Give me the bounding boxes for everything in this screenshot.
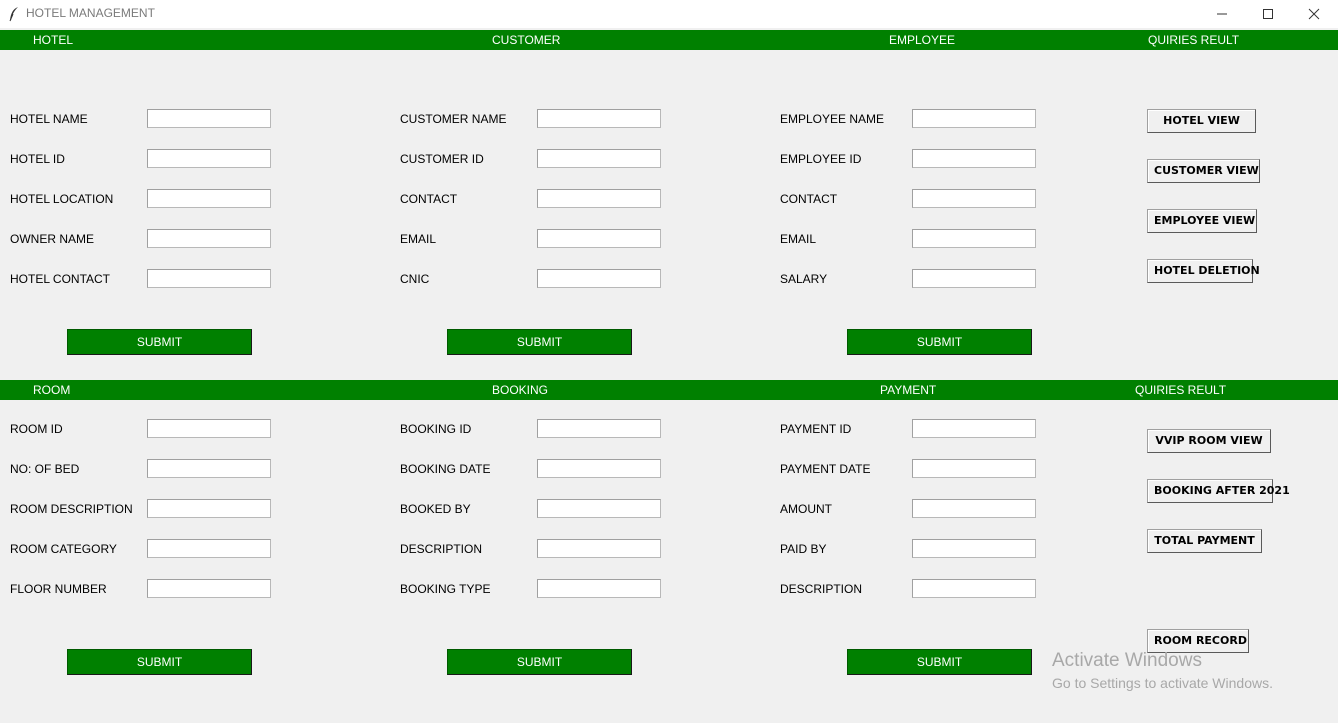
customer-id-input[interactable] <box>537 149 661 168</box>
hotel-header: HOTEL <box>33 33 74 47</box>
floor-number-input[interactable] <box>147 579 271 598</box>
hotel-deletion-button[interactable]: HOTEL DELETION <box>1147 259 1260 283</box>
hotel-location-input[interactable] <box>147 189 271 208</box>
booking-submit-button[interactable]: SUBMIT <box>447 649 632 675</box>
room-id-label: ROOM ID <box>10 422 63 436</box>
title-bar: HOTEL MANAGEMENT <box>0 0 1338 28</box>
employee-submit-button[interactable]: SUBMIT <box>847 329 1032 355</box>
payment-id-input[interactable] <box>912 419 1036 438</box>
booking-date-input[interactable] <box>537 459 661 478</box>
payment-submit-button[interactable]: SUBMIT <box>847 649 1032 675</box>
room-description-label: ROOM DESCRIPTION <box>10 502 133 516</box>
employee-name-label: EMPLOYEE NAME <box>780 112 885 126</box>
room-category-label: ROOM CATEGORY <box>10 542 117 556</box>
booking-id-label: BOOKING ID <box>400 422 472 436</box>
maximize-icon <box>1263 9 1273 19</box>
employee-contact-input[interactable] <box>912 189 1036 208</box>
booking-date-label: BOOKING DATE <box>400 462 491 476</box>
minimize-button[interactable] <box>1199 0 1245 28</box>
payment-date-input[interactable] <box>912 459 1036 478</box>
payment-id-label: PAYMENT ID <box>780 422 852 436</box>
employee-name-input[interactable] <box>912 109 1036 128</box>
customer-email-input[interactable] <box>537 229 661 248</box>
hotel-name-label: HOTEL NAME <box>10 112 88 126</box>
employee-header: EMPLOYEE <box>889 33 956 47</box>
close-icon <box>1308 8 1320 20</box>
no-of-bed-input[interactable] <box>147 459 271 478</box>
owner-name-input[interactable] <box>147 229 271 248</box>
payment-header: PAYMENT <box>880 383 937 397</box>
floor-number-label: FLOOR NUMBER <box>10 582 107 596</box>
hotel-contact-input[interactable] <box>147 269 271 288</box>
customer-submit-button[interactable]: SUBMIT <box>447 329 632 355</box>
payment-date-label: PAYMENT DATE <box>780 462 871 476</box>
employee-email-input[interactable] <box>912 229 1036 248</box>
employee-salary-label: SALARY <box>780 272 828 286</box>
booked-by-input[interactable] <box>537 499 661 518</box>
amount-input[interactable] <box>912 499 1036 518</box>
bottom-section-header: ROOM BOOKING PAYMENT QUIRIES REULT <box>0 380 1338 400</box>
booking-description-label: DESCRIPTION <box>400 542 483 556</box>
queries-result-header: QUIRIES REULT <box>1148 33 1240 47</box>
booking-description-input[interactable] <box>537 539 661 558</box>
customer-contact-label: CONTACT <box>400 192 458 206</box>
room-category-input[interactable] <box>147 539 271 558</box>
customer-name-label: CUSTOMER NAME <box>400 112 507 126</box>
top-section-header: HOTEL CUSTOMER EMPLOYEE QUIRIES REULT <box>0 30 1338 50</box>
feather-icon <box>8 6 20 22</box>
customer-header: CUSTOMER <box>492 33 561 47</box>
booking-header: BOOKING <box>492 383 549 397</box>
customer-contact-input[interactable] <box>537 189 661 208</box>
room-id-input[interactable] <box>147 419 271 438</box>
maximize-button[interactable] <box>1245 0 1291 28</box>
payment-description-input[interactable] <box>912 579 1036 598</box>
hotel-submit-button[interactable]: SUBMIT <box>67 329 252 355</box>
queries-result-header: QUIRIES REULT <box>1135 383 1227 397</box>
booked-by-label: BOOKED BY <box>400 502 471 516</box>
customer-email-label: EMAIL <box>400 232 437 246</box>
payment-description-label: DESCRIPTION <box>780 582 863 596</box>
booking-type-label: BOOKING TYPE <box>400 582 491 596</box>
close-button[interactable] <box>1291 0 1337 28</box>
employee-id-label: EMPLOYEE ID <box>780 152 862 166</box>
booking-after-2021-button[interactable]: BOOKING AFTER 2021 <box>1147 479 1290 503</box>
booking-id-input[interactable] <box>537 419 661 438</box>
customer-id-label: CUSTOMER ID <box>400 152 484 166</box>
customer-name-input[interactable] <box>537 109 661 128</box>
owner-name-label: OWNER NAME <box>10 232 94 246</box>
customer-view-button[interactable]: CUSTOMER VIEW <box>1147 159 1260 183</box>
amount-label: AMOUNT <box>780 502 832 516</box>
hotel-location-label: HOTEL LOCATION <box>10 192 114 206</box>
employee-contact-label: CONTACT <box>780 192 838 206</box>
vvip-room-view-button[interactable]: VVIP ROOM VIEW <box>1147 429 1271 453</box>
total-payment-button[interactable]: TOTAL PAYMENT <box>1147 529 1262 553</box>
hotel-view-button[interactable]: HOTEL VIEW <box>1147 109 1256 133</box>
activate-windows-title: Activate Windows <box>1052 650 1202 671</box>
room-description-input[interactable] <box>147 499 271 518</box>
paid-by-label: PAID BY <box>780 542 827 556</box>
hotel-id-label: HOTEL ID <box>10 152 65 166</box>
room-header: ROOM <box>33 383 71 397</box>
minimize-icon <box>1217 13 1227 15</box>
employee-email-label: EMAIL <box>780 232 817 246</box>
no-of-bed-label: NO: OF BED <box>10 462 80 476</box>
hotel-name-input[interactable] <box>147 109 271 128</box>
booking-type-input[interactable] <box>537 579 661 598</box>
room-submit-button[interactable]: SUBMIT <box>67 649 252 675</box>
employee-id-input[interactable] <box>912 149 1036 168</box>
employee-view-button[interactable]: EMPLOYEE VIEW <box>1147 209 1257 233</box>
activate-windows-subtitle: Go to Settings to activate Windows. <box>1052 675 1273 691</box>
customer-cnic-label: CNIC <box>400 272 430 286</box>
customer-cnic-input[interactable] <box>537 269 661 288</box>
hotel-contact-label: HOTEL CONTACT <box>10 272 111 286</box>
hotel-id-input[interactable] <box>147 149 271 168</box>
employee-salary-input[interactable] <box>912 269 1036 288</box>
window-title: HOTEL MANAGEMENT <box>26 6 155 20</box>
paid-by-input[interactable] <box>912 539 1036 558</box>
